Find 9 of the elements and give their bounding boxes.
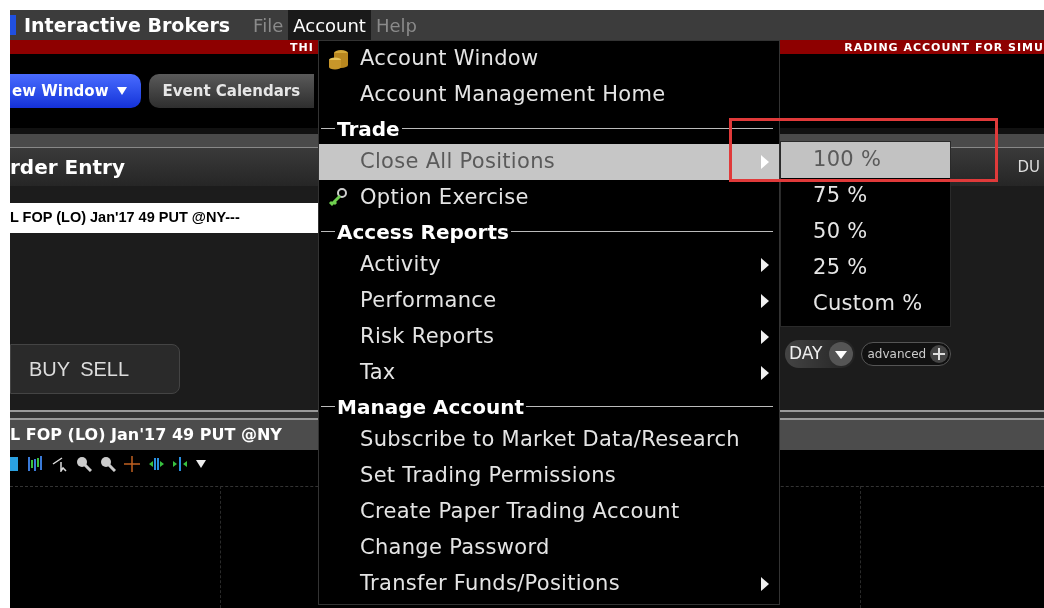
chart-title: L FOP (LO) Jan'17 49 PUT @NY <box>10 424 282 446</box>
panel-title: rder Entry <box>10 154 125 181</box>
menu-section-header: Trade <box>336 115 401 143</box>
banner-text: THI <box>290 41 314 53</box>
banner-text: RADING ACCOUNT FOR SIMU <box>844 41 1044 53</box>
column-header: DU <box>1017 156 1040 178</box>
menu-section-header: Manage Account <box>336 393 525 421</box>
app-title: Interactive Brokers <box>24 12 231 38</box>
menu-section-header: Access Reports <box>336 218 510 246</box>
